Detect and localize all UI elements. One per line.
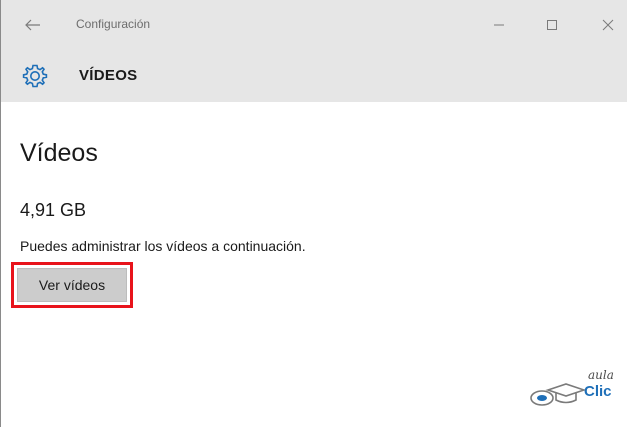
title-bar: Configuración [1, 0, 627, 50]
maximize-icon [547, 20, 557, 30]
back-arrow-icon [25, 19, 40, 31]
maximize-button[interactable] [538, 12, 566, 38]
settings-window: Configuración VÍDEOS Vídeos 4,91 GB Pued… [0, 0, 627, 427]
aulaclic-logo: aula Clic [528, 368, 618, 410]
page-title: Vídeos [20, 139, 98, 167]
close-button[interactable] [594, 12, 622, 38]
logo-text-clic: Clic [584, 383, 612, 400]
minimize-button[interactable] [485, 12, 513, 38]
page-header: VÍDEOS [1, 50, 627, 102]
window-title: Configuración [76, 17, 151, 31]
minimize-icon [494, 24, 504, 26]
section-title: VÍDEOS [79, 67, 138, 84]
logo-text-aula: aula [588, 368, 614, 382]
description-text: Puedes administrar los vídeos a continua… [20, 238, 306, 254]
close-icon [602, 19, 614, 31]
back-button[interactable] [21, 13, 45, 37]
gear-icon [22, 64, 48, 88]
storage-size: 4,91 GB [20, 200, 87, 220]
view-videos-button[interactable]: Ver vídeos [17, 268, 127, 302]
graduation-cap-icon [530, 383, 586, 406]
